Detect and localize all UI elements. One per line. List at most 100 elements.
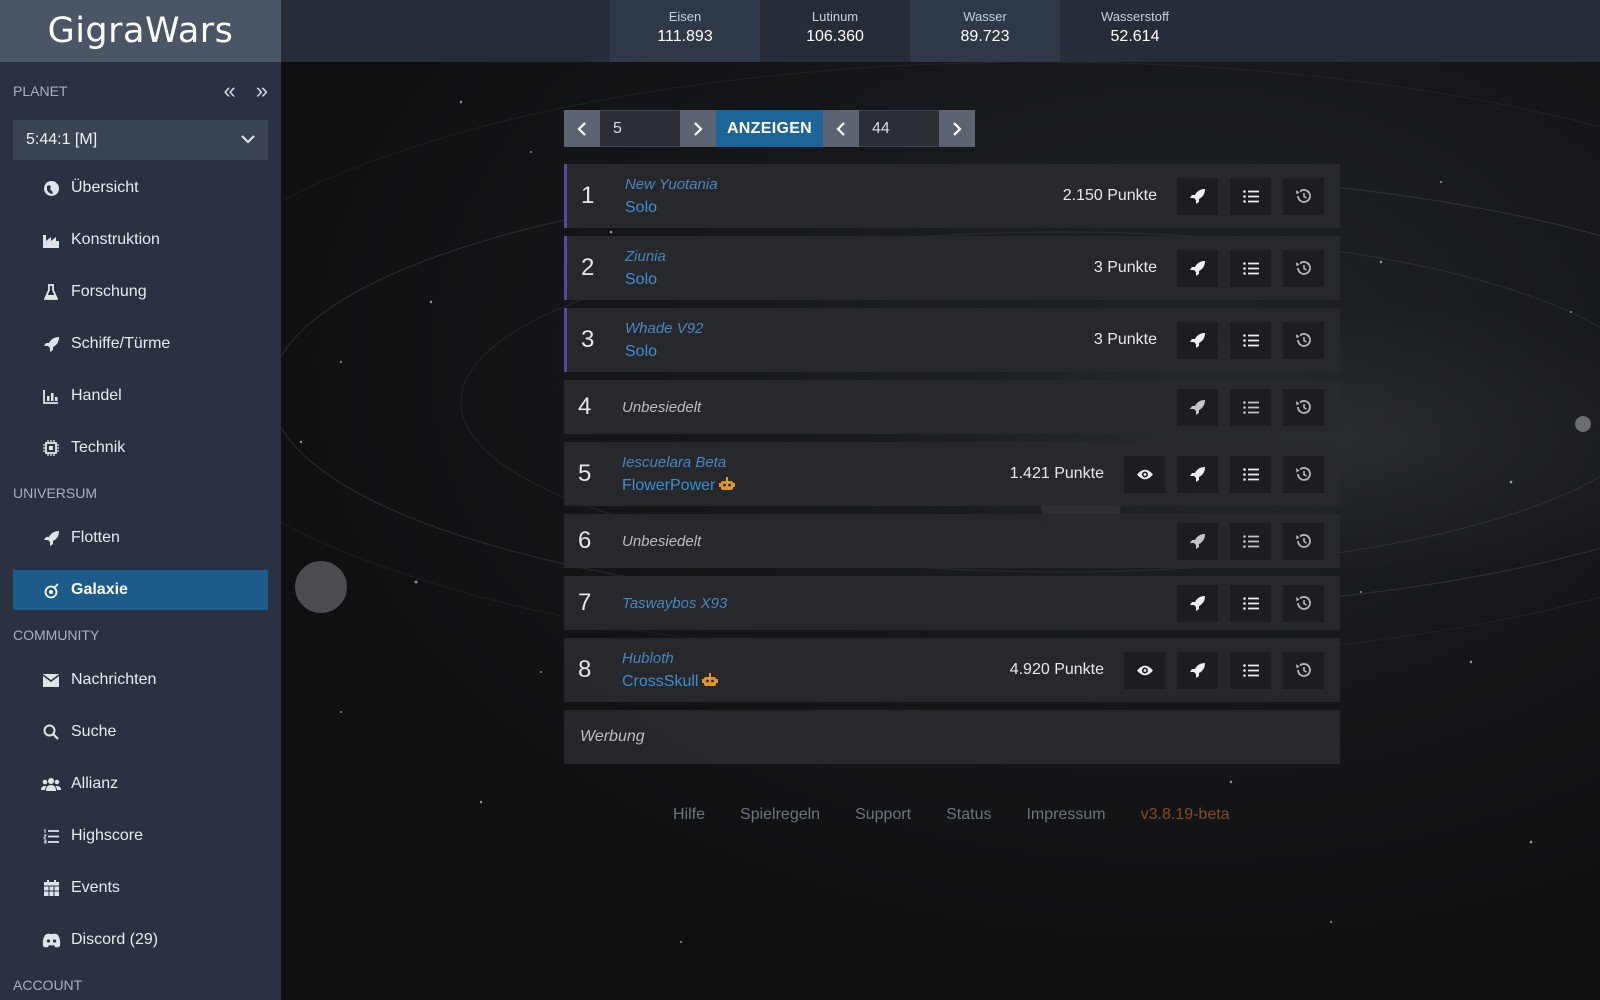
- rocket-icon: [1190, 399, 1205, 415]
- owner-name[interactable]: Solo: [625, 271, 1094, 289]
- sidebar-item-technik[interactable]: Technik: [13, 422, 268, 474]
- chevron-left-icon: [836, 121, 845, 136]
- send-fleet-button[interactable]: [1177, 321, 1218, 359]
- sidebar-item-galaxie[interactable]: Galaxie: [13, 570, 268, 610]
- details-button[interactable]: [1230, 584, 1271, 622]
- version-link[interactable]: v3.8.19-beta: [1141, 806, 1230, 824]
- sidebar-item-konstruktion[interactable]: Konstruktion: [13, 214, 268, 266]
- planet-select[interactable]: 5:44:1 [M]: [13, 120, 268, 160]
- sidebar-item-suche[interactable]: Suche: [13, 706, 268, 758]
- chevron-right-icon: [953, 121, 962, 136]
- list-icon: [1242, 467, 1259, 481]
- row-actions: [1177, 321, 1324, 359]
- points: 3 Punkte: [1093, 331, 1157, 348]
- points: 2.150 Punkte: [1062, 187, 1157, 204]
- sidebar-item-events[interactable]: Events: [13, 862, 268, 914]
- history-button[interactable]: [1283, 455, 1324, 493]
- app-logo[interactable]: GigraWars: [48, 11, 234, 51]
- sidebar-item-highscore[interactable]: Highscore: [13, 810, 268, 862]
- footer-link-status[interactable]: Status: [946, 806, 991, 824]
- system-next-button[interactable]: [939, 110, 975, 147]
- details-button[interactable]: [1230, 651, 1271, 689]
- details-button[interactable]: [1230, 249, 1271, 287]
- chevron-left-icon: [577, 121, 586, 136]
- owner-name[interactable]: Solo: [625, 199, 1063, 217]
- calendar-icon: [41, 880, 61, 896]
- planet-name[interactable]: Hubloth: [622, 650, 1010, 667]
- row-actions: [1177, 388, 1324, 426]
- sidebar-item-flotten[interactable]: Flotten: [13, 512, 268, 564]
- history-button[interactable]: [1283, 651, 1324, 689]
- sidebar-item-schiffe[interactable]: Schiffe/Türme: [13, 318, 268, 370]
- resource-value: 52.614: [1110, 28, 1160, 45]
- owner-label: CrossSkull: [622, 672, 699, 690]
- position-number: 5: [578, 460, 592, 487]
- history-button[interactable]: [1283, 522, 1324, 560]
- next-planet-icon[interactable]: »: [256, 78, 268, 104]
- details-button[interactable]: [1230, 388, 1271, 426]
- previous-planet-icon[interactable]: «: [224, 78, 236, 104]
- history-button[interactable]: [1283, 584, 1324, 622]
- galaxy-prev-button[interactable]: [564, 110, 600, 147]
- sidebar-item-label: Galaxie: [71, 581, 128, 598]
- details-button[interactable]: [1230, 522, 1271, 560]
- position-number: 3: [581, 326, 595, 353]
- history-button[interactable]: [1283, 321, 1324, 359]
- history-icon: [1296, 467, 1311, 481]
- sidebar-item-nachrichten[interactable]: Nachrichten: [13, 654, 268, 706]
- row-actions: [1177, 249, 1324, 287]
- details-button[interactable]: [1230, 177, 1271, 215]
- history-button[interactable]: [1283, 177, 1324, 215]
- owner-name[interactable]: FlowerPower: [622, 477, 1010, 495]
- owner-name[interactable]: Solo: [625, 343, 1094, 361]
- sidebar-item-handel[interactable]: Handel: [13, 370, 268, 422]
- send-fleet-button[interactable]: [1177, 388, 1218, 426]
- resource-value: 89.723: [960, 28, 1010, 45]
- history-icon: [1296, 333, 1311, 347]
- planet-info: Hubloth CrossSkull: [622, 650, 1010, 691]
- send-fleet-button[interactable]: [1177, 177, 1218, 215]
- send-fleet-button[interactable]: [1177, 584, 1218, 622]
- planet-name[interactable]: Iescuelara Beta: [622, 454, 1010, 471]
- sidebar-item-allianz[interactable]: Allianz: [13, 758, 268, 810]
- sidebar-item-discord[interactable]: Discord (29): [13, 914, 268, 966]
- history-icon: [1296, 261, 1311, 275]
- planet-name: Unbesiedelt: [622, 532, 702, 550]
- list-icon: [1242, 534, 1259, 548]
- footer-link-support[interactable]: Support: [855, 806, 911, 824]
- history-button[interactable]: [1283, 388, 1324, 426]
- footer-link-spielregeln[interactable]: Spielregeln: [740, 806, 820, 824]
- planet-name[interactable]: Whade V92: [625, 320, 1094, 337]
- owner-name[interactable]: CrossSkull: [622, 673, 1010, 691]
- spy-button[interactable]: [1124, 455, 1165, 493]
- system-input[interactable]: 44: [859, 110, 939, 147]
- history-button[interactable]: [1283, 249, 1324, 287]
- sidebar-item-label: Events: [71, 879, 120, 896]
- sidebar-item-label: Konstruktion: [71, 231, 160, 248]
- show-button[interactable]: ANZEIGEN: [716, 110, 823, 147]
- planet-name[interactable]: Ziunia: [625, 248, 1094, 265]
- send-fleet-button[interactable]: [1177, 455, 1218, 493]
- system-prev-button[interactable]: [823, 110, 859, 147]
- sidebar-item-label: Allianz: [71, 775, 119, 792]
- logo-area[interactable]: GigraWars: [0, 0, 281, 62]
- chart-icon: [41, 389, 61, 404]
- history-icon: [1296, 534, 1311, 548]
- send-fleet-button[interactable]: [1177, 651, 1218, 689]
- sidebar-item-forschung[interactable]: Forschung: [13, 266, 268, 318]
- details-button[interactable]: [1230, 455, 1271, 493]
- galaxy-next-button[interactable]: [680, 110, 716, 147]
- list-icon: [1242, 663, 1259, 677]
- sidebar-item-label: Schiffe/Türme: [71, 335, 171, 352]
- details-button[interactable]: [1230, 321, 1271, 359]
- spy-button[interactable]: [1124, 651, 1165, 689]
- send-fleet-button[interactable]: [1177, 249, 1218, 287]
- planet-name[interactable]: Taswaybos X93: [622, 595, 1177, 612]
- sidebar-item-uebersicht[interactable]: Übersicht: [13, 162, 268, 214]
- footer-link-hilfe[interactable]: Hilfe: [673, 806, 705, 824]
- rocket-icon: [1190, 260, 1205, 276]
- planet-name[interactable]: New Yuotania: [625, 176, 1063, 193]
- footer-link-impressum[interactable]: Impressum: [1026, 806, 1105, 824]
- send-fleet-button[interactable]: [1177, 522, 1218, 560]
- galaxy-input[interactable]: 5: [600, 110, 680, 147]
